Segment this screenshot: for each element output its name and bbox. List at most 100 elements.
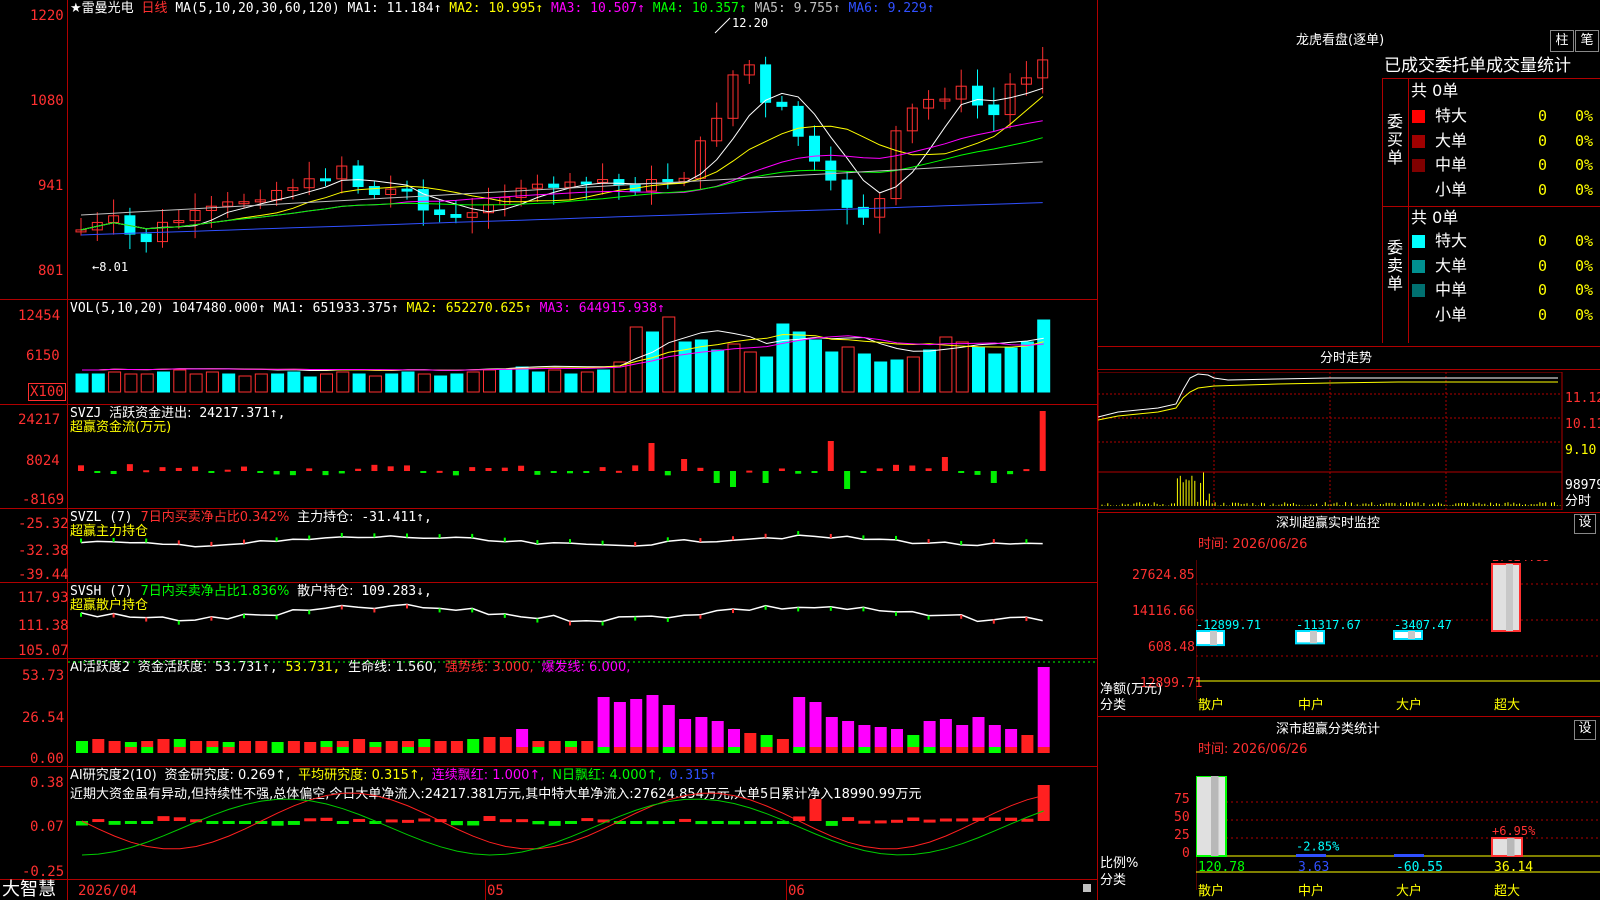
svzj-bar [730, 471, 736, 487]
buy-row-value-1: 0 [1538, 131, 1548, 150]
vol-bar [450, 373, 464, 393]
svzj-bar [192, 466, 199, 471]
monitor-value-1: -11317.67 [1296, 618, 1361, 632]
main-chart-area[interactable]: ★雷曼光电 日线 MA(5,10,20,30,60,120) MA1: 11.1… [0, 0, 1098, 900]
vol-bar [222, 373, 236, 393]
ma-value-3: MA3: 10.507↑ [543, 1, 645, 16]
svsh-chart[interactable] [68, 583, 1097, 658]
svzj-bar [567, 471, 573, 474]
classify-bar-1 [1296, 854, 1326, 857]
active-bar [711, 721, 724, 747]
classify-settings-button[interactable]: 设 [1574, 720, 1596, 740]
active-base [450, 747, 463, 753]
vol-unit[interactable]: X100 [28, 383, 66, 401]
monitor-cat-0: 散户 [1198, 698, 1225, 713]
active-bar [630, 699, 643, 747]
monitor-ytick-2: 608.48 [1148, 640, 1195, 655]
vol-bar [1004, 347, 1018, 393]
active-bar [76, 741, 88, 747]
sell-row-name-3: 小单 [1435, 304, 1468, 324]
sell-row-name-1: 大单 [1435, 255, 1468, 275]
monitor-settings-button[interactable]: 设 [1574, 514, 1596, 534]
ma-params: MA(5,10,20,30,60,120) [175, 1, 340, 16]
high-label: 12.20 [732, 16, 768, 30]
active-bar [597, 697, 610, 747]
research-bar [124, 821, 137, 824]
vol-bar [825, 351, 839, 393]
sell-swatch-2 [1412, 284, 1425, 297]
sell-total: 共 0单 [1411, 208, 1459, 227]
svzj-bar [208, 471, 215, 473]
research-bar [988, 817, 1001, 821]
svzj-bar [1039, 411, 1046, 471]
research-bar [825, 821, 838, 826]
research-bar [92, 819, 105, 823]
kline-chart[interactable]: 12.20 ←8.01 [68, 15, 1097, 299]
vol-bar [988, 353, 1002, 393]
svzj-bar [338, 471, 345, 474]
svzj-bar [893, 464, 899, 471]
svzj-bar [974, 471, 981, 475]
bi-button[interactable]: 笔 [1575, 30, 1599, 52]
svzj-bar [436, 470, 443, 473]
active-bar [206, 741, 219, 747]
ai-research-ytick-0: 0.38 [30, 775, 64, 791]
period-label[interactable]: 日线 [141, 1, 167, 16]
stock-name[interactable]: ★雷曼光电 [70, 1, 134, 16]
svzj-bar [909, 465, 916, 471]
svzj-bar [681, 459, 688, 471]
active-base [646, 747, 659, 753]
active-bar [809, 702, 822, 747]
vol-chart[interactable] [68, 312, 1097, 404]
active-bar [190, 741, 203, 747]
vol-bar [890, 359, 904, 393]
monitor-value-3: 27624.85 [1492, 560, 1550, 564]
active-base [157, 747, 170, 753]
svzj-bar [697, 467, 704, 471]
brand-logo[interactable]: 大智慧 [2, 880, 56, 900]
active-base [222, 747, 235, 753]
fenshi-ytick-0: 11.12 [1565, 391, 1600, 406]
monitor-bar-shade-0 [1210, 631, 1217, 646]
active-bar [369, 742, 382, 747]
research-bar [679, 818, 692, 822]
vol-bar [303, 376, 317, 393]
vol-bar [531, 371, 545, 393]
sell-row-value-3: 0 [1538, 305, 1548, 324]
lock-icon[interactable] [1083, 884, 1091, 892]
sell-row-value-1: 0 [1538, 256, 1548, 275]
svzj-bar [78, 465, 84, 471]
ai-active-chart[interactable] [68, 659, 1097, 766]
ma-value-1: MA1: 11.184↑ [347, 1, 442, 16]
active-bar [108, 741, 121, 747]
active-bar [581, 741, 594, 747]
active-bar [320, 741, 333, 747]
vol-bar [205, 371, 219, 393]
vol-bar [140, 373, 154, 393]
buy-row-pct-0: 0% [1575, 107, 1594, 125]
svzj-bar [664, 471, 671, 476]
vol-bar [75, 373, 89, 393]
monitor-chart[interactable]: -12899.71 -11317.67 -3407.47 27624.85 [1196, 560, 1600, 700]
active-bar [532, 741, 545, 747]
svzj-chart[interactable] [68, 405, 1097, 508]
candle-body [972, 85, 983, 106]
ma-value-2: MA2: 10.995↑ [441, 1, 544, 16]
research-bar [304, 818, 317, 822]
fenshi-chart[interactable] [1098, 372, 1568, 510]
zhu-button[interactable]: 柱 [1550, 30, 1574, 52]
active-base [1037, 747, 1050, 753]
fenshi-ytick-3: 98979 [1565, 478, 1600, 493]
active-base [467, 747, 480, 753]
ai-research-chart[interactable] [68, 767, 1097, 879]
candle-body [352, 165, 364, 188]
research-bar [548, 821, 561, 826]
vol-bar [906, 356, 920, 393]
buy-swatch-0 [1412, 110, 1425, 123]
active-bar [939, 719, 952, 747]
research-bar [402, 819, 414, 823]
svzj-bar [485, 468, 492, 471]
svzl-chart[interactable] [68, 509, 1097, 582]
active-bar [956, 725, 969, 747]
dragon-title: 龙虎看盘(逐单) [1296, 33, 1385, 48]
